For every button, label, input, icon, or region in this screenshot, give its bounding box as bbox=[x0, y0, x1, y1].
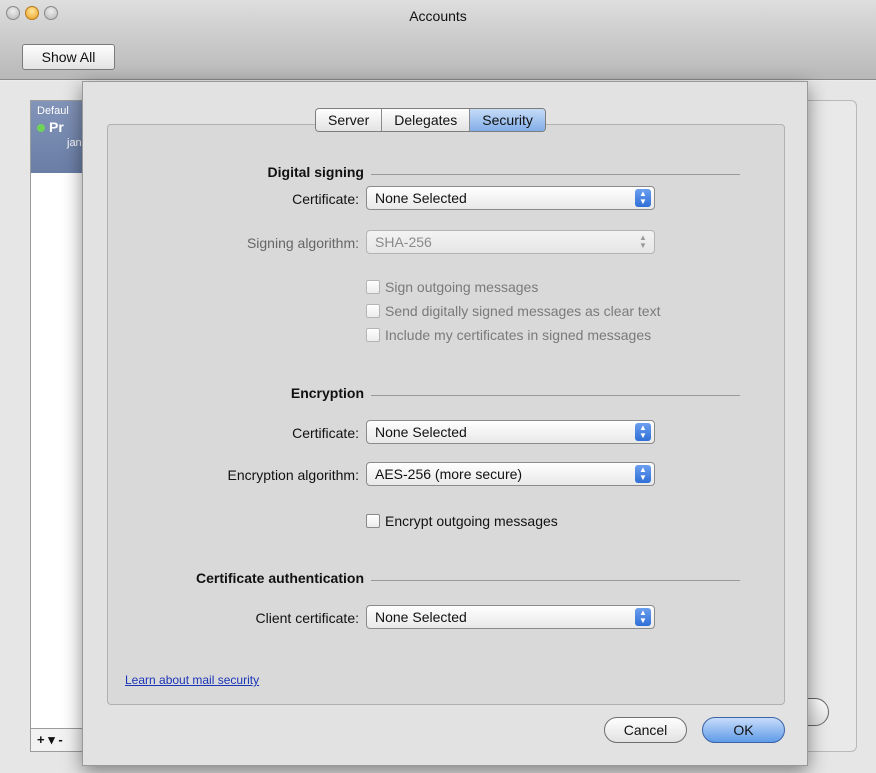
popup-arrows-icon: ▲ ▼ bbox=[635, 423, 651, 441]
encryption-algorithm-value: AES-256 (more secure) bbox=[375, 466, 523, 482]
encryption-certificate-label: Certificate: bbox=[292, 425, 359, 441]
send-clear-text-label: Send digitally signed messages as clear … bbox=[385, 303, 661, 319]
signing-algorithm-value: SHA-256 bbox=[375, 234, 432, 250]
encryption-algorithm-label: Encryption algorithm: bbox=[227, 467, 359, 483]
ok-button[interactable]: OK bbox=[702, 717, 785, 743]
encryption-certificate-value: None Selected bbox=[375, 424, 467, 440]
learn-mail-security-link[interactable]: Learn about mail security bbox=[125, 673, 259, 687]
encryption-certificate-popup[interactable]: None Selected ▲ ▼ bbox=[366, 420, 655, 444]
certificate-authentication-heading: Certificate authentication bbox=[195, 570, 364, 586]
checkbox-icon bbox=[366, 514, 380, 528]
window-title: Accounts bbox=[409, 8, 467, 24]
popup-arrows-icon: ▲ ▼ bbox=[635, 608, 651, 626]
show-all-button[interactable]: Show All bbox=[22, 44, 115, 70]
encrypt-outgoing-checkbox[interactable]: Encrypt outgoing messages bbox=[366, 513, 558, 529]
sign-outgoing-label: Sign outgoing messages bbox=[385, 279, 539, 295]
include-certificates-label: Include my certificates in signed messag… bbox=[385, 327, 652, 343]
popup-arrows-icon: ▲ ▼ bbox=[635, 465, 651, 483]
digital-signing-heading: Digital signing bbox=[267, 164, 364, 180]
section-divider bbox=[371, 395, 740, 396]
send-clear-text-checkbox: Send digitally signed messages as clear … bbox=[366, 303, 660, 319]
signing-certificate-value: None Selected bbox=[375, 190, 467, 206]
window-titlebar: Accounts Show All bbox=[0, 0, 876, 80]
popup-arrows-icon: ▲ ▼ bbox=[635, 189, 651, 207]
section-divider bbox=[371, 174, 740, 175]
encrypt-outgoing-label: Encrypt outgoing messages bbox=[385, 513, 558, 529]
section-divider bbox=[371, 580, 740, 581]
checkbox-icon bbox=[366, 280, 380, 294]
signing-algorithm-label: Signing algorithm: bbox=[246, 235, 359, 251]
encryption-algorithm-popup[interactable]: AES-256 (more secure) ▲ ▼ bbox=[366, 462, 655, 486]
cancel-button[interactable]: Cancel bbox=[604, 717, 687, 743]
account-name: Pr bbox=[49, 119, 64, 135]
client-certificate-popup[interactable]: None Selected ▲ ▼ bbox=[366, 605, 655, 629]
account-status-icon bbox=[37, 124, 45, 132]
tab-security[interactable]: Security bbox=[470, 109, 545, 131]
tab-content: Digital signing Certificate: None Select… bbox=[107, 124, 785, 705]
checkbox-icon bbox=[366, 304, 380, 318]
tab-server[interactable]: Server bbox=[316, 109, 383, 131]
popup-arrows-icon: ▲ ▼ bbox=[639, 233, 647, 250]
signing-algorithm-popup: SHA-256 ▲ ▼ bbox=[366, 230, 655, 254]
signing-certificate-popup[interactable]: None Selected ▲ ▼ bbox=[366, 186, 655, 210]
sign-outgoing-checkbox: Sign outgoing messages bbox=[366, 279, 538, 295]
tab-delegates[interactable]: Delegates bbox=[382, 109, 471, 131]
include-certificates-checkbox: Include my certificates in signed messag… bbox=[366, 327, 651, 343]
tab-bar: Server Delegates Security bbox=[315, 108, 546, 132]
encryption-heading: Encryption bbox=[290, 385, 364, 401]
security-sheet: Server Delegates Security Digital signin… bbox=[82, 81, 808, 766]
client-certificate-value: None Selected bbox=[375, 609, 467, 625]
signing-certificate-label: Certificate: bbox=[292, 191, 359, 207]
client-certificate-label: Client certificate: bbox=[255, 610, 359, 626]
checkbox-icon bbox=[366, 328, 380, 342]
